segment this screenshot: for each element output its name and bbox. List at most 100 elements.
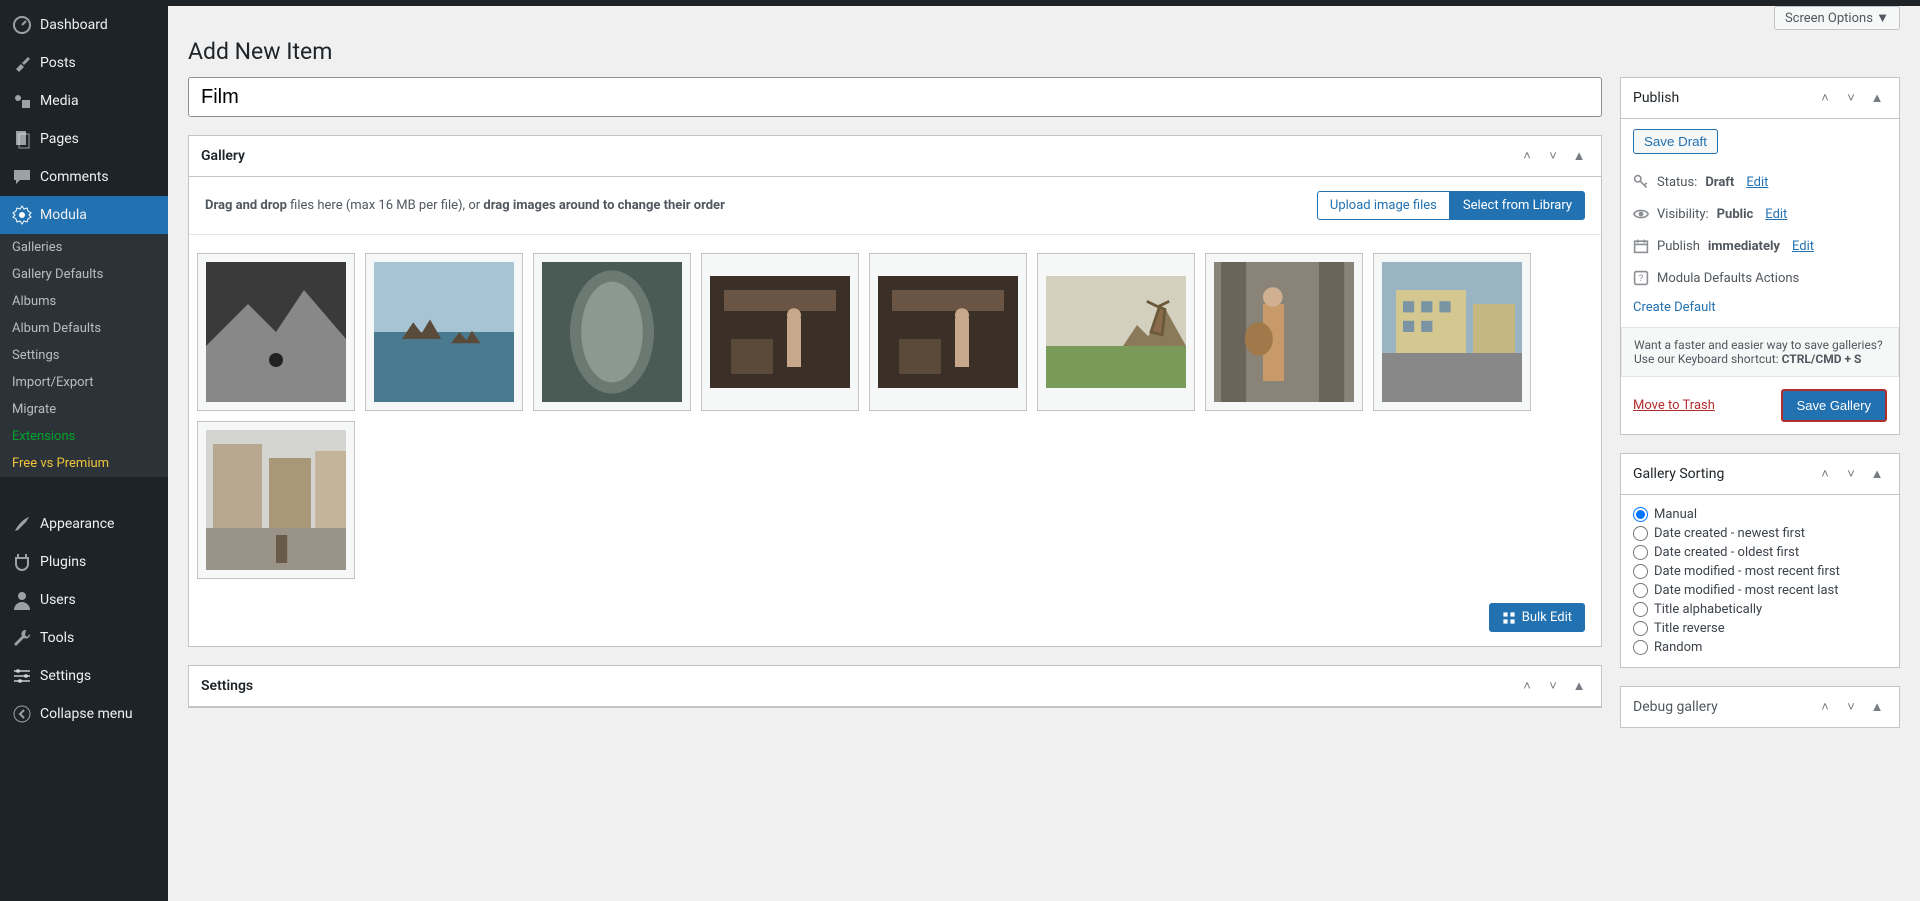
sidebar-sub-import-export[interactable]: Import/Export [0, 369, 168, 396]
sidebar-label: Posts [40, 55, 76, 71]
create-default-link[interactable]: Create Default [1633, 294, 1887, 327]
sidebar-item-pages[interactable]: Pages [0, 120, 168, 158]
svg-text:?: ? [1639, 273, 1644, 284]
chevron-up-icon[interactable]: ˄ [1815, 697, 1835, 717]
sliders-icon [12, 666, 32, 686]
gallery-thumb[interactable] [1373, 253, 1531, 411]
caret-up-icon[interactable]: ▲ [1867, 697, 1887, 717]
chevron-up-icon[interactable]: ˄ [1517, 676, 1537, 696]
chevron-down-icon[interactable]: ˅ [1841, 88, 1861, 108]
settings-box-title: Settings [201, 678, 253, 694]
comment-icon [12, 167, 32, 187]
sort-option-manual[interactable]: Manual [1633, 505, 1887, 524]
sidebar-item-dashboard[interactable]: Dashboard [0, 6, 168, 44]
sidebar-sub-galleries[interactable]: Galleries [0, 234, 168, 261]
sidebar-item-appearance[interactable]: Appearance [0, 505, 168, 543]
chevron-up-icon[interactable]: ˄ [1815, 88, 1835, 108]
caret-up-icon[interactable]: ▲ [1867, 88, 1887, 108]
sort-option-date-modified-recent-first[interactable]: Date modified - most recent first [1633, 562, 1887, 581]
sidebar-label: Users [40, 592, 76, 608]
edit-visibility-link[interactable]: Edit [1765, 207, 1787, 222]
sidebar-label: Appearance [40, 516, 114, 532]
move-to-trash-link[interactable]: Move to Trash [1633, 398, 1715, 413]
sidebar-item-media[interactable]: Media [0, 82, 168, 120]
help-icon: ? [1633, 270, 1649, 286]
collapse-icon [12, 704, 32, 724]
sidebar-item-comments[interactable]: Comments [0, 158, 168, 196]
sidebar-label: Dashboard [40, 17, 108, 33]
sort-option-date-created-newest[interactable]: Date created - newest first [1633, 524, 1887, 543]
schedule-line: Publish immediately Edit [1633, 230, 1887, 262]
bulk-edit-button[interactable]: Bulk Edit [1489, 603, 1585, 632]
gallery-thumb[interactable] [1037, 253, 1195, 411]
caret-up-icon[interactable]: ▲ [1569, 676, 1589, 696]
gallery-grid[interactable] [189, 235, 1601, 589]
sidebar-sub-migrate[interactable]: Migrate [0, 396, 168, 423]
chevron-up-icon[interactable]: ˄ [1815, 464, 1835, 484]
sort-option-date-modified-recent-last[interactable]: Date modified - most recent last [1633, 581, 1887, 600]
sidebar-label: Modula [40, 207, 87, 223]
sidebar-label: Settings [40, 668, 91, 684]
sidebar-sub-free-vs-premium[interactable]: Free vs Premium [0, 450, 168, 477]
save-draft-button[interactable]: Save Draft [1633, 129, 1718, 154]
sidebar-item-plugins[interactable]: Plugins [0, 543, 168, 581]
gallery-thumb[interactable] [1205, 253, 1363, 411]
gallery-thumb[interactable] [701, 253, 859, 411]
sort-option-random[interactable]: Random [1633, 638, 1887, 657]
sidebar-item-collapse[interactable]: Collapse menu [0, 695, 168, 733]
debug-gallery-box: Debug gallery ˄ ˅ ▲ [1620, 686, 1900, 728]
defaults-actions-line: ? Modula Defaults Actions [1633, 262, 1887, 294]
sidebar-label: Media [40, 93, 79, 109]
sidebar-label: Tools [40, 630, 74, 646]
publish-box: Publish ˄ ˅ ▲ Save Draft Status: Draft E… [1620, 77, 1900, 435]
chevron-down-icon[interactable]: ˅ [1841, 464, 1861, 484]
sidebar-item-tools[interactable]: Tools [0, 619, 168, 657]
brush-icon [12, 514, 32, 534]
gallery-thumb[interactable] [365, 253, 523, 411]
gallery-box-title: Gallery [201, 148, 245, 164]
gallery-thumb[interactable] [533, 253, 691, 411]
sidebar-label: Collapse menu [40, 706, 133, 722]
sidebar-sub-album-defaults[interactable]: Album Defaults [0, 315, 168, 342]
chevron-down-icon[interactable]: ˅ [1543, 676, 1563, 696]
select-from-library-button[interactable]: Select from Library [1450, 191, 1585, 220]
edit-status-link[interactable]: Edit [1746, 175, 1768, 190]
admin-topbar [0, 0, 1920, 6]
sidebar-label: Comments [40, 169, 109, 185]
sidebar-spacer [0, 477, 168, 505]
chevron-up-icon[interactable]: ˄ [1517, 146, 1537, 166]
gallery-thumb[interactable] [197, 421, 355, 579]
save-gallery-button[interactable]: Save Gallery [1781, 389, 1887, 422]
sidebar-sub-gallery-defaults[interactable]: Gallery Defaults [0, 261, 168, 288]
sidebar-item-modula[interactable]: Modula [0, 196, 168, 234]
sort-option-title-alpha[interactable]: Title alphabetically [1633, 600, 1887, 619]
visibility-line: Visibility: Public Edit [1633, 198, 1887, 230]
admin-sidebar: Dashboard Posts Media Pages Comments Mod… [0, 0, 168, 901]
grid-icon [1502, 611, 1516, 625]
debug-box-title: Debug gallery [1633, 699, 1718, 715]
gallery-thumb[interactable] [869, 253, 1027, 411]
plug-icon [12, 552, 32, 572]
sort-option-title-reverse[interactable]: Title reverse [1633, 619, 1887, 638]
user-icon [12, 590, 32, 610]
sidebar-item-settings[interactable]: Settings [0, 657, 168, 695]
edit-schedule-link[interactable]: Edit [1792, 239, 1814, 254]
pin-icon [12, 53, 32, 73]
title-input[interactable] [188, 77, 1602, 117]
sidebar-item-users[interactable]: Users [0, 581, 168, 619]
wrench-icon [12, 628, 32, 648]
chevron-down-icon[interactable]: ˅ [1841, 697, 1861, 717]
caret-up-icon[interactable]: ▲ [1569, 146, 1589, 166]
page-title: Add New Item [188, 38, 1900, 65]
sidebar-sub-settings[interactable]: Settings [0, 342, 168, 369]
status-line: Status: Draft Edit [1633, 166, 1887, 198]
sidebar-sub-albums[interactable]: Albums [0, 288, 168, 315]
sidebar-sub-extensions[interactable]: Extensions [0, 423, 168, 450]
chevron-down-icon[interactable]: ˅ [1543, 146, 1563, 166]
upload-image-files-button[interactable]: Upload image files [1317, 191, 1450, 220]
sidebar-item-posts[interactable]: Posts [0, 44, 168, 82]
gallery-thumb[interactable] [197, 253, 355, 411]
sort-option-date-created-oldest[interactable]: Date created - oldest first [1633, 543, 1887, 562]
screen-options-toggle[interactable]: Screen Options ▼ [1774, 6, 1900, 30]
caret-up-icon[interactable]: ▲ [1867, 464, 1887, 484]
